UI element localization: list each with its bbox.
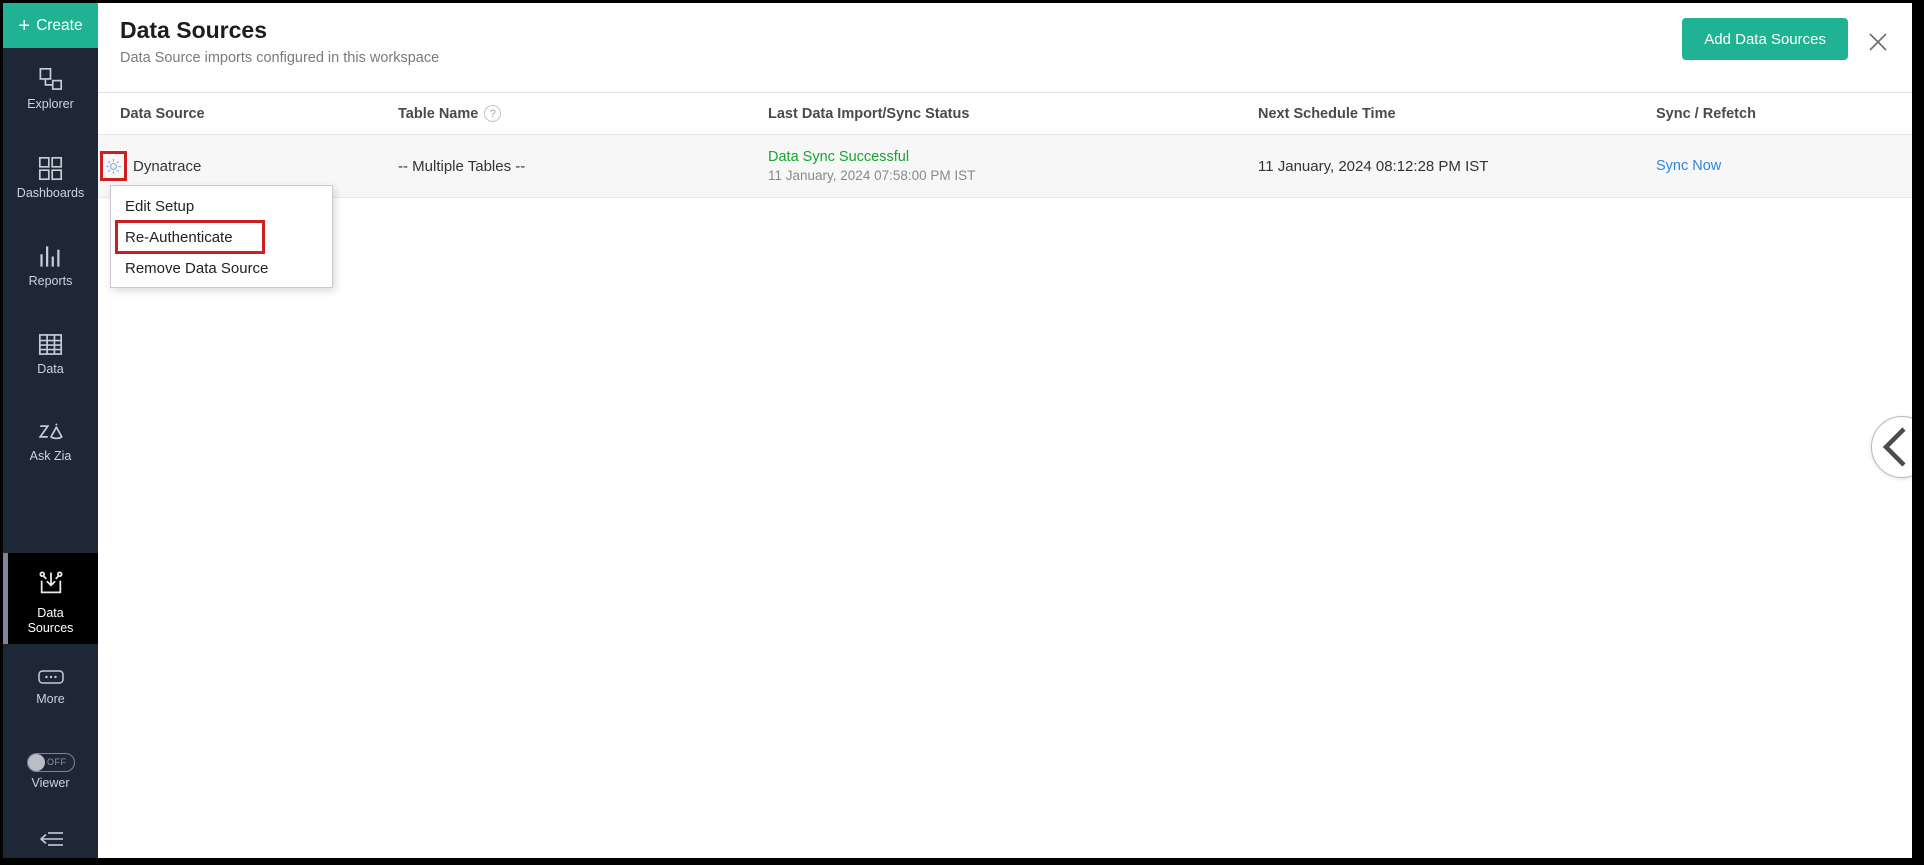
window: + Create Explorer Dashboards Reports Dat… [0,0,1924,865]
explorer-icon [39,67,63,90]
settings-gear-icon[interactable] [104,157,123,176]
sidebar-item-label: Data [37,362,64,376]
annotation-box-gear [100,151,127,181]
viewer-toggle[interactable]: OFF [26,753,75,772]
data-table-icon [38,334,63,355]
sync-now-link[interactable]: Sync Now [1656,158,1721,174]
sidebar-item-label: Data Sources [27,606,74,635]
sidebar-item-ask-zia[interactable]: Ask Zia [3,418,98,464]
table-name-cell: -- Multiple Tables -- [398,157,526,175]
column-header-sync-refetch: Sync / Refetch [1656,105,1756,122]
table-row: Dynatrace -- Multiple Tables -- Data Syn… [98,135,1912,198]
menu-item-edit-setup[interactable]: Edit Setup [111,191,332,222]
toggle-state-label: OFF [47,757,67,767]
plus-icon: + [18,14,31,37]
reports-icon [40,246,60,267]
close-icon[interactable] [1864,28,1892,56]
sidebar-item-viewer: OFF Viewer [3,753,98,791]
table-header-row: Data Source Table Name ? Last Data Impor… [98,92,1912,135]
column-header-next-schedule: Next Schedule Time [1258,105,1396,122]
more-icon [37,670,64,684]
menu-item-remove-data-source[interactable]: Remove Data Source [111,253,332,284]
toggle-knob-icon [27,754,45,771]
chevron-left-icon [1882,427,1906,467]
sidebar-item-reports[interactable]: Reports [3,243,98,289]
app-root: + Create Explorer Dashboards Reports Dat… [3,3,1912,858]
status-timestamp: 11 January, 2024 07:58:00 PM IST [768,168,976,183]
column-header-table-name: Table Name ? [398,93,768,134]
collapse-arrow-icon [39,832,63,846]
sidebar-item-more[interactable]: More [3,666,98,707]
sync-status-cell: Data Sync Successful 11 January, 2024 07… [768,135,1258,197]
create-button[interactable]: + Create [3,3,98,48]
expand-panel-button[interactable] [1871,416,1912,478]
sidebar-item-label: Reports [28,274,73,288]
create-button-label: Create [36,16,83,34]
sidebar-item-data-sources[interactable]: Data Sources [3,553,98,644]
status-text: Data Sync Successful [768,149,910,165]
main-panel: Data Sources Data Source imports configu… [98,3,1912,858]
help-icon[interactable]: ? [484,105,502,122]
add-data-sources-button[interactable]: Add Data Sources [1682,18,1848,60]
sidebar-item-explorer[interactable]: Explorer [3,66,98,112]
ask-zia-icon [38,423,63,440]
sidebar-item-label: Viewer [31,776,70,790]
sidebar-item-label: More [36,692,65,706]
menu-item-re-authenticate[interactable]: Re-Authenticate [111,222,332,253]
page-title: Data Sources [120,17,268,43]
sidebar-collapse-button[interactable] [3,828,98,854]
dashboards-icon [38,156,63,181]
next-schedule-cell: 11 January, 2024 08:12:28 PM IST [1258,157,1489,175]
column-header-sync-status: Last Data Import/Sync Status [768,105,970,122]
page-subtitle: Data Source imports configured in this w… [120,50,440,66]
data-sources-table: Data Source Table Name ? Last Data Impor… [98,92,1912,198]
sidebar-item-label: Ask Zia [29,449,72,463]
row-context-menu: Edit Setup Re-Authenticate Remove Data S… [110,185,333,288]
data-source-name: Dynatrace [133,157,202,175]
sidebar: + Create Explorer Dashboards Reports Dat… [3,3,98,858]
sidebar-item-dashboards[interactable]: Dashboards [3,155,98,201]
sidebar-item-label: Dashboards [16,186,85,200]
sidebar-item-data[interactable]: Data [3,331,98,377]
sync-refetch-cell: Sync Now [1656,135,1912,197]
column-header-data-source: Data Source [120,105,205,122]
sidebar-item-label: Explorer [27,97,74,111]
data-sources-icon [39,571,62,594]
